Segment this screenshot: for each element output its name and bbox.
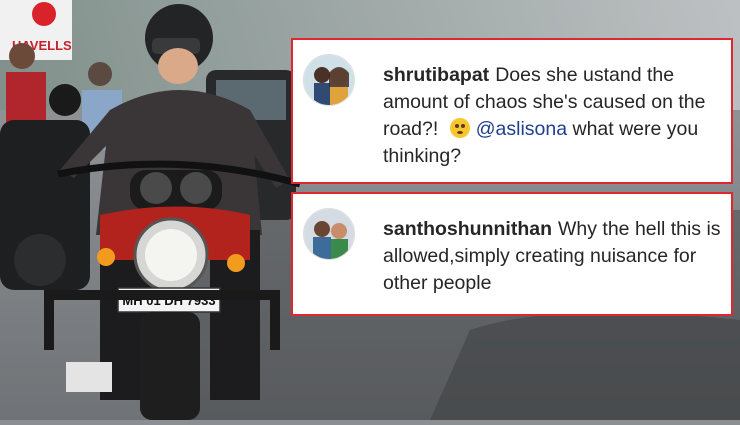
indicator-light	[227, 254, 245, 272]
comment-card: shrutibapat Does she ustand the amount of…	[291, 38, 733, 184]
comment-username[interactable]: shrutibapat	[383, 64, 489, 86]
mention-link[interactable]: @aslisona	[476, 118, 567, 140]
crash-guard	[44, 290, 280, 300]
comment-text: santhoshunnithan Why the hell this is all…	[383, 216, 723, 297]
front-tyre	[140, 312, 200, 420]
mirror	[49, 84, 81, 116]
flushed-face-icon	[449, 118, 470, 138]
comment-text: shrutibapat Does she ustand the amount of…	[383, 62, 723, 170]
avatar[interactable]	[303, 54, 355, 106]
rider-face	[158, 48, 198, 84]
comment-card: santhoshunnithan Why the hell this is all…	[291, 192, 733, 316]
avatar[interactable]	[303, 208, 355, 260]
comment-username[interactable]: santhoshunnithan	[383, 218, 552, 240]
havells-logo	[32, 2, 56, 26]
indicator-light	[97, 248, 115, 266]
rider-shoe	[66, 362, 112, 392]
